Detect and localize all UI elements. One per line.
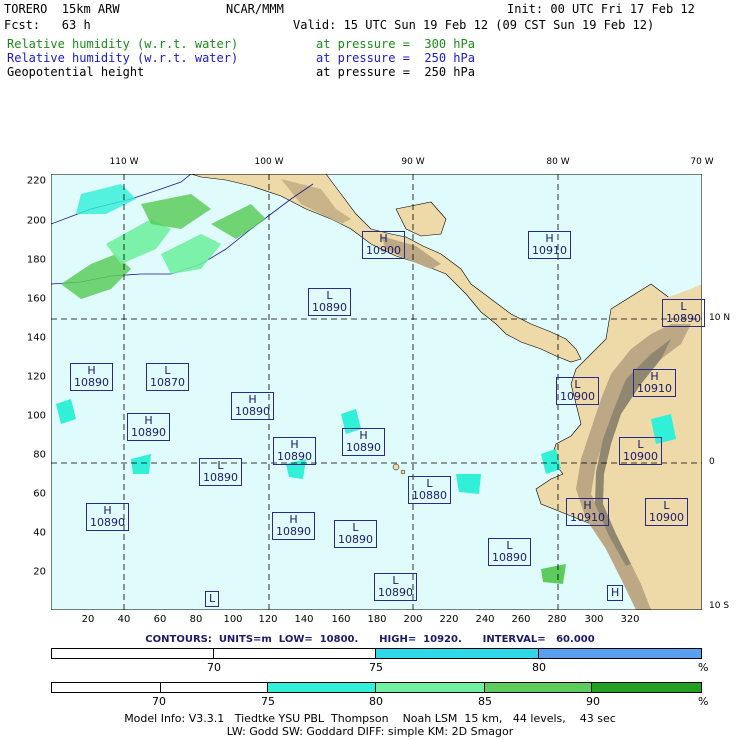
x-tick: 180 — [367, 614, 387, 625]
pressure-center-high: H 10890 — [127, 413, 170, 441]
x-tick: 40 — [117, 614, 131, 625]
org-label: NCAR/MMM — [226, 2, 284, 16]
y-tick: 180 — [26, 254, 46, 266]
x-tick: 100 — [223, 614, 243, 625]
x-tick: 260 — [511, 614, 531, 625]
colorbar-label: 80 — [532, 661, 546, 674]
pressure-center-high: H 10890 — [86, 503, 129, 531]
galapagos-island — [400, 469, 406, 475]
x-tick: 60 — [153, 614, 167, 625]
colorbar-segment — [376, 649, 539, 658]
pressure-center-high: H 10890 — [231, 392, 274, 420]
y-tick: 20 — [33, 566, 46, 578]
x-tick: 80 — [189, 614, 203, 625]
pressure-center-low: L 10880 — [408, 476, 451, 504]
x-tick: 140 — [294, 614, 314, 625]
colorbar-segment — [268, 683, 377, 692]
field-1-level: at pressure = 300 hPa — [316, 37, 475, 51]
field-1-name: Relative humidity (w.r.t. water) — [7, 37, 239, 51]
model-info-line2: LW: Godd SW: Goddard DIFF: simple KM: 2D… — [226, 725, 514, 738]
lon-label-110w: 110 W — [109, 157, 139, 167]
colorbar-label: 85 — [478, 695, 492, 708]
colorbar-segment — [52, 683, 161, 692]
lat-label-0: 0 — [709, 457, 715, 467]
valid-time: Valid: 15 UTC Sun 19 Feb 12 (09 CST Sun … — [293, 18, 655, 32]
colorbar-250hpa — [51, 648, 702, 659]
lat-label-10s: 10 S — [709, 601, 730, 611]
colorbar-segment — [213, 649, 376, 658]
y-tick: 40 — [33, 527, 46, 539]
pressure-center-high: H 10910 — [566, 498, 609, 526]
y-tick: 120 — [26, 371, 46, 383]
colorbar-label: 75 — [261, 695, 275, 708]
field-3-level: at pressure = 250 hPa — [316, 65, 475, 79]
model-info-line1: Model Info: V3.3.1 Tiedtke YSU PBL Thomp… — [124, 712, 616, 725]
pressure-center-low: L — [205, 591, 220, 607]
x-tick: 20 — [81, 614, 95, 625]
field-2-level: at pressure = 250 hPa — [316, 51, 475, 65]
x-tick: 200 — [403, 614, 423, 625]
lat-label-10n: 10 N — [709, 313, 731, 323]
galapagos-island — [392, 463, 400, 471]
forecast-hour: Fcst: 63 h — [4, 18, 91, 32]
pressure-center-high: H — [607, 585, 624, 601]
x-tick: 160 — [331, 614, 351, 625]
pressure-center-high: H 10910 — [528, 231, 571, 259]
y-tick: 60 — [33, 488, 46, 500]
y-tick: 140 — [26, 332, 46, 344]
colorbar-label: 70 — [207, 661, 221, 674]
colorbar-label: 70 — [152, 695, 166, 708]
pressure-center-low: L 10890 — [374, 573, 417, 601]
pressure-center-low: L 10900 — [619, 437, 662, 465]
colorbar-segment — [160, 683, 269, 692]
colorbar-segment — [592, 683, 702, 692]
colorbar-segment — [376, 683, 485, 692]
y-tick: 160 — [26, 293, 46, 305]
x-tick: 300 — [584, 614, 604, 625]
x-tick: 240 — [475, 614, 495, 625]
y-tick: 80 — [33, 449, 46, 461]
colorbar-unit: % — [698, 695, 709, 708]
model-title: TORERO 15km ARW — [4, 2, 120, 16]
init-time: Init: 00 UTC Fri 17 Feb 12 — [507, 2, 695, 16]
y-tick: 220 — [26, 175, 46, 187]
pressure-center-low: L 10900 — [645, 498, 688, 526]
pressure-center-high: H 10900 — [362, 231, 405, 259]
x-tick: 320 — [620, 614, 640, 625]
pressure-center-high: H 10890 — [342, 428, 385, 456]
colorbar-300hpa — [51, 682, 702, 693]
pressure-center-low: L 10900 — [556, 377, 599, 405]
pressure-center-low: L 10890 — [662, 299, 705, 327]
pressure-center-low: L 10870 — [146, 363, 189, 391]
lon-label-80w: 80 W — [546, 157, 570, 167]
pressure-center-low: L 10890 — [488, 538, 531, 566]
colorbar-segment — [484, 683, 593, 692]
contour-info: CONTOURS: UNITS=m LOW= 10800. HIGH= 1092… — [145, 634, 595, 645]
field-2-name: Relative humidity (w.r.t. water) — [7, 51, 239, 65]
x-tick: 220 — [439, 614, 459, 625]
colorbar-label: 90 — [586, 695, 600, 708]
lon-label-70w: 70 W — [690, 157, 714, 167]
lon-label-100w: 100 W — [254, 157, 284, 167]
colorbar-unit: % — [698, 661, 709, 674]
pressure-center-high: H 10910 — [633, 369, 676, 397]
y-tick: 100 — [26, 410, 46, 422]
lon-label-90w: 90 W — [401, 157, 425, 167]
pressure-center-low: L 10890 — [334, 520, 377, 548]
pressure-center-high: H 10890 — [272, 512, 315, 540]
field-3-name: Geopotential height — [7, 65, 145, 79]
pressure-center-low: L 10890 — [308, 288, 351, 316]
colorbar-label: 75 — [369, 661, 383, 674]
pressure-center-low: L 10890 — [199, 458, 242, 486]
colorbar-label: 80 — [369, 695, 383, 708]
pressure-center-high: H 10890 — [70, 363, 113, 391]
y-tick: 200 — [26, 215, 46, 227]
x-tick: 120 — [258, 614, 278, 625]
colorbar-segment — [52, 649, 214, 658]
pressure-center-high: H 10890 — [273, 437, 316, 465]
colorbar-segment — [538, 649, 701, 658]
x-tick: 280 — [547, 614, 567, 625]
